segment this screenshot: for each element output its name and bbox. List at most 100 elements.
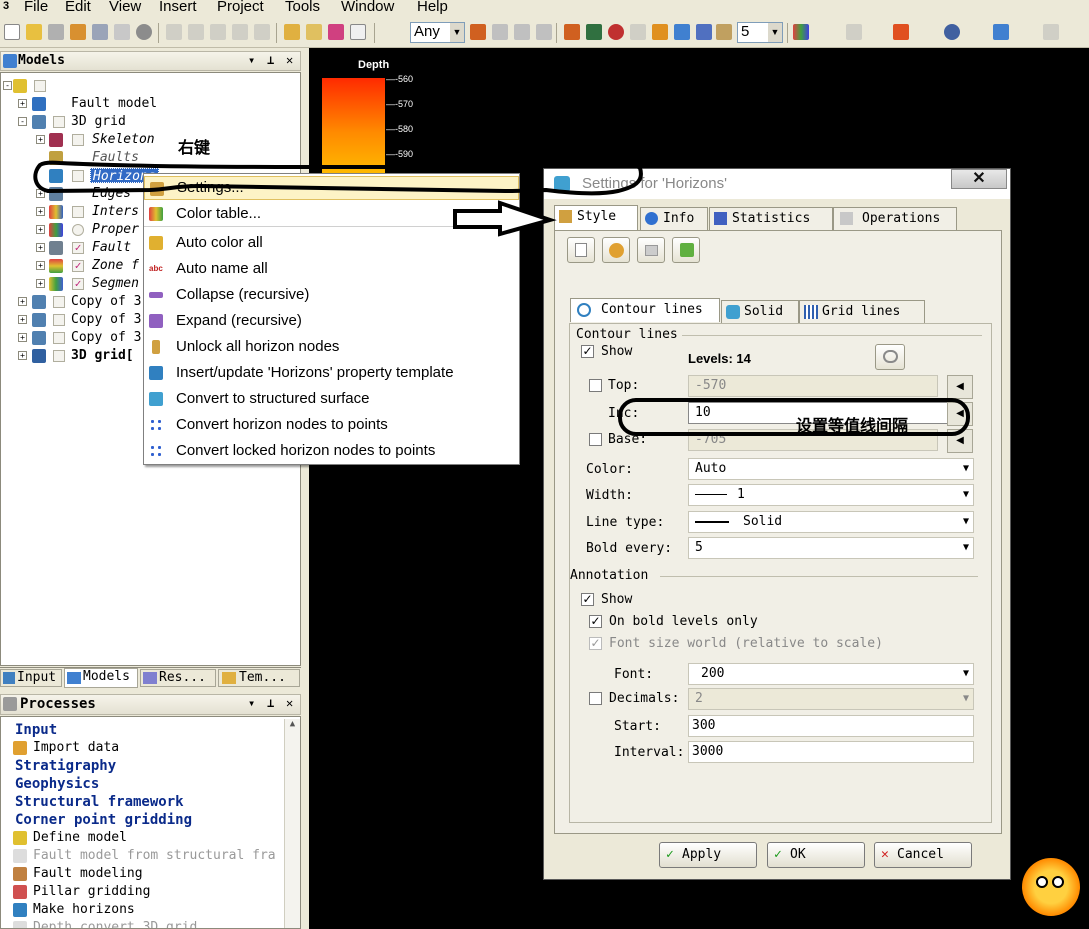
menu-help[interactable]: Help [417,0,448,15]
settings-icon[interactable] [136,24,152,40]
interval-field[interactable]: 3000 [688,741,974,763]
process-group-corner-point[interactable]: Corner point gridding [15,811,192,829]
tab-statistics[interactable]: Statistics [709,207,833,231]
print-icon[interactable] [114,24,130,40]
decimals-select[interactable]: 2 ▼ [688,688,974,710]
tree-row-root[interactable]: - [1,77,291,95]
menu-file[interactable]: File [24,0,48,15]
inc-pick-button[interactable]: ◀ [947,402,973,426]
dropdown-icon[interactable] [630,24,646,40]
menu-item-auto-color-all[interactable]: Auto color all [144,230,519,256]
font-select[interactable]: 200 ▼ [688,663,974,685]
start-field[interactable]: 300 [688,715,974,737]
process-group-geophysics[interactable]: Geophysics [15,775,99,793]
menu-item-settings[interactable]: Settings... [144,176,519,200]
tool-icon[interactable] [48,24,64,40]
color-select[interactable]: Auto ▼ [688,458,974,480]
panel-menu-icon[interactable]: ▾ [248,696,255,710]
globe-icon[interactable] [608,24,624,40]
menu-item-auto-name-all[interactable]: abc Auto name all [144,256,519,282]
pencil-icon[interactable] [492,24,508,40]
new-template-button[interactable] [567,237,595,263]
close-icon[interactable]: ✕ [951,169,1007,189]
chart-icon[interactable] [328,24,344,40]
top-pick-button[interactable]: ◀ [947,375,973,399]
menu-tools[interactable]: Tools [285,0,320,15]
process-define-model[interactable]: Define model [11,829,127,847]
layers-icon[interactable] [716,24,732,40]
tree-row-fault-model[interactable]: + Fault model [1,95,291,113]
process-group-input[interactable]: Input [15,721,57,739]
menu-item-insert-property-template[interactable]: Insert/update 'Horizons' property templa… [144,360,519,386]
tab-results[interactable]: Res... [140,669,216,687]
top-checkbox[interactable] [589,379,602,392]
home-icon[interactable] [564,24,580,40]
axis-icon[interactable] [846,24,862,40]
show-contours-checkbox[interactable]: ✓ [581,345,594,358]
process-import-data[interactable]: Import data [11,739,119,757]
move-icon[interactable] [993,24,1009,40]
open-folder-icon[interactable] [26,24,42,40]
bold-every-select[interactable]: 5 ▼ [688,537,974,559]
close-icon[interactable]: ✕ [286,696,293,710]
close-icon[interactable]: ✕ [286,53,293,67]
line-type-select[interactable]: Solid ▼ [688,511,974,533]
folder-tool-icon[interactable] [284,24,300,40]
menu-item-expand-recursive[interactable]: Expand (recursive) [144,308,519,334]
menu-item-unlock-nodes[interactable]: Unlock all horizon nodes [144,334,519,360]
decimals-checkbox[interactable] [589,692,602,705]
menu-insert[interactable]: Insert [159,0,197,15]
pin-icon[interactable]: ⊥ [267,696,274,710]
new-file-icon[interactable] [4,24,20,40]
tab-style[interactable]: Style [554,205,638,231]
menu-item-convert-locked-nodes-points[interactable]: Convert locked horizon nodes to points [144,438,519,464]
subtab-contour-lines[interactable]: Contour lines [570,298,720,322]
tree-row-skeleton[interactable]: + Skeleton [1,131,291,149]
reset-button[interactable] [602,237,630,263]
menu-view[interactable]: View [109,0,141,15]
tab-operations[interactable]: Operations [833,207,957,231]
process-pillar-gridding[interactable]: Pillar gridding [11,883,150,901]
tab-models[interactable]: Models [64,668,138,688]
target-icon[interactable] [652,24,668,40]
on-bold-levels-checkbox[interactable]: ✓ [589,615,602,628]
tool-end-icon[interactable] [1043,24,1059,40]
copy-icon[interactable] [92,24,108,40]
top-field[interactable]: -570 [688,375,938,397]
zoom-box-icon[interactable] [536,24,552,40]
subtab-solid[interactable]: Solid [721,300,799,324]
process-group-structural[interactable]: Structural framework [15,793,184,811]
annotation-show-checkbox[interactable]: ✓ [581,593,594,606]
palette-icon[interactable] [793,24,809,40]
auto-levels-button[interactable] [875,344,905,370]
note-icon[interactable] [350,24,366,40]
ok-button[interactable]: ✓ OK [767,842,865,868]
tab-templates[interactable]: Tem... [218,669,300,687]
tab-info[interactable]: Info [640,207,708,231]
cube2-icon[interactable] [696,24,712,40]
apply-template-button[interactable] [672,237,700,263]
menu-item-convert-structured-surface[interactable]: Convert to structured surface [144,386,519,412]
paste-icon[interactable] [210,24,226,40]
mode-icon[interactable] [470,24,486,40]
menu-item-collapse-recursive[interactable]: Collapse (recursive) [144,282,519,308]
view-eye-icon[interactable] [586,24,602,40]
panel-menu-icon[interactable]: ▾ [248,53,255,67]
pin-icon[interactable]: ⊥ [267,53,274,67]
process-fault-modeling[interactable]: Fault modeling [11,865,143,883]
tab-input[interactable]: Input [0,669,62,687]
hand-icon[interactable] [514,24,530,40]
apply-button[interactable]: ✓ Apply [659,842,757,868]
folder2-icon[interactable] [306,24,322,40]
process-make-horizons[interactable]: Make horizons [11,901,135,919]
save-icon[interactable] [70,24,86,40]
number-combo[interactable]: 5 ▼ [737,22,783,43]
cancel-button[interactable]: ✕ Cancel [874,842,972,868]
sphere-icon[interactable] [944,24,960,40]
copy-settings-button[interactable] [637,237,665,263]
delete-icon[interactable] [232,24,248,40]
menu-window[interactable]: Window [341,0,394,15]
menu-item-convert-nodes-points[interactable]: Convert horizon nodes to points [144,412,519,438]
base-pick-button[interactable]: ◀ [947,429,973,453]
menu-project[interactable]: Project [217,0,264,15]
